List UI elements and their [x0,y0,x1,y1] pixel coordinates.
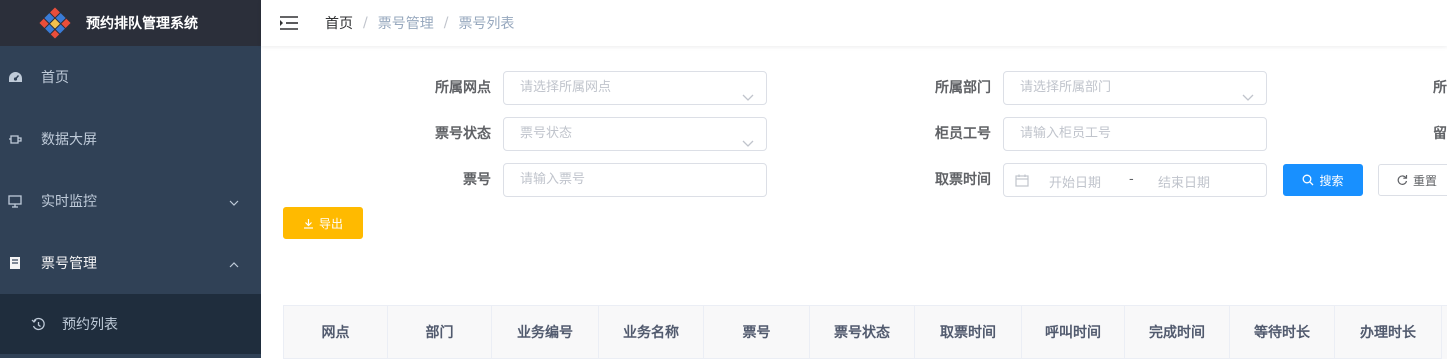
export-button-label: 导出 [319,215,343,232]
search-icon [1302,174,1314,186]
column-header-wait-duration[interactable]: 等待时长 [1230,306,1335,359]
sidebar-item-label: 数据大屏 [41,129,97,149]
start-date-placeholder[interactable]: 开始日期 [1049,172,1101,191]
navbar: 首页 / 票号管理 / 票号列表 [261,0,1447,46]
app-title: 预约排队管理系统 [86,13,198,33]
monitor-icon [7,193,23,209]
sidebar-item-monitor[interactable]: 实时监控 [0,170,261,232]
logo-area: 预约排队管理系统 [0,0,261,46]
column-header-ticket-no[interactable]: 票号 [704,306,810,359]
breadcrumb-separator: / [363,15,368,31]
main-content: 所属网点 请选择所属网点 所属部门 请选择所属部门 所 票号状态 票号状态 柜员… [261,46,1447,358]
ticket-status-placeholder: 票号状态 [520,126,572,141]
teller-input-placeholder: 请输入柜员工号 [1020,126,1111,141]
department-select[interactable]: 请选择所属部门 [1003,71,1267,105]
column-header-take-time[interactable]: 取票时间 [915,306,1022,359]
chevron-down-icon [1242,83,1254,115]
breadcrumb-separator: / [444,15,449,31]
column-header-business-code[interactable]: 业务编号 [492,306,599,359]
hamburger-icon[interactable] [279,12,301,34]
end-date-placeholder[interactable]: 结束日期 [1158,172,1210,191]
reset-button[interactable]: 重置 [1378,164,1447,196]
table-header-row: 网点 部门 业务编号 业务名称 票号 票号状态 取票时间 呼叫时间 完成时间 等… [284,306,1447,359]
chevron-down-icon [742,83,754,115]
cut-off-label: 所 [1323,71,1447,105]
chevron-down-icon [742,129,754,161]
reset-button-label: 重置 [1413,172,1437,189]
sidebar-item-home[interactable]: 首页 [0,46,261,108]
column-header-finish-time[interactable]: 完成时间 [1125,306,1230,359]
ticket-no-placeholder: 请输入票号 [520,172,585,187]
sidebar-item-label: 票号管理 [41,253,97,273]
column-header-handle-duration[interactable]: 办理时长 [1335,306,1442,359]
dashboard-icon [7,69,23,85]
date-range-separator: - [1129,172,1134,187]
download-icon [303,218,314,229]
ticket-table: 网点 部门 业务编号 业务名称 票号 票号状态 取票时间 呼叫时间 完成时间 等… [283,305,1447,359]
search-button-label: 搜索 [1319,172,1343,189]
ticket-no-label: 票号 [371,163,491,197]
ticket-status-label: 票号状态 [371,117,491,151]
take-time-label: 取票时间 [871,163,991,197]
sidebar-subitem-label: 预约列表 [62,314,118,334]
column-header-department[interactable]: 部门 [388,306,492,359]
breadcrumb-home[interactable]: 首页 [325,13,353,33]
refresh-icon [1396,174,1408,186]
teller-input[interactable]: 请输入柜员工号 [1003,117,1267,151]
breadcrumb: 首页 / 票号管理 / 票号列表 [325,13,514,33]
sidebar-item-label: 实时监控 [41,191,97,211]
branch-select-placeholder: 请选择所属网点 [520,80,611,95]
take-time-range-picker[interactable]: 开始日期 - 结束日期 [1003,163,1267,197]
branch-label: 所属网点 [371,71,491,105]
sidebar-subitem-appointment-list[interactable]: 预约列表 [0,294,261,354]
search-button[interactable]: 搜索 [1283,164,1363,196]
ticket-no-input[interactable]: 请输入票号 [503,163,767,197]
teller-label: 柜员工号 [871,117,991,151]
logo-icon [38,6,72,40]
column-header-ticket-status[interactable]: 票号状态 [810,306,915,359]
calendar-icon [1015,174,1029,191]
cut-off-label-2: 留 [1323,117,1447,151]
sidebar-item-ticket-management[interactable]: 票号管理 [0,232,261,294]
sidebar-item-data-screen[interactable]: 数据大屏 [0,108,261,170]
ticket-status-select[interactable]: 票号状态 [503,117,767,151]
department-label: 所属部门 [871,71,991,105]
history-icon [30,316,46,332]
screen-icon [7,131,23,147]
sidebar: 预约排队管理系统 首页 数据大屏 实时监控 票号管理 [0,0,261,358]
ticket-icon [7,255,23,271]
chevron-down-icon [229,194,239,210]
chevron-up-icon [229,256,239,272]
sidebar-item-label: 首页 [41,67,69,87]
column-header-branch[interactable]: 网点 [284,306,388,359]
branch-select[interactable]: 请选择所属网点 [503,71,767,105]
breadcrumb-level1: 票号管理 [378,13,434,33]
department-select-placeholder: 请选择所属部门 [1020,80,1111,95]
column-header-call-time[interactable]: 呼叫时间 [1022,306,1125,359]
export-button[interactable]: 导出 [283,207,363,239]
breadcrumb-level2: 票号列表 [458,13,514,33]
column-header-business-name[interactable]: 业务名称 [599,306,704,359]
